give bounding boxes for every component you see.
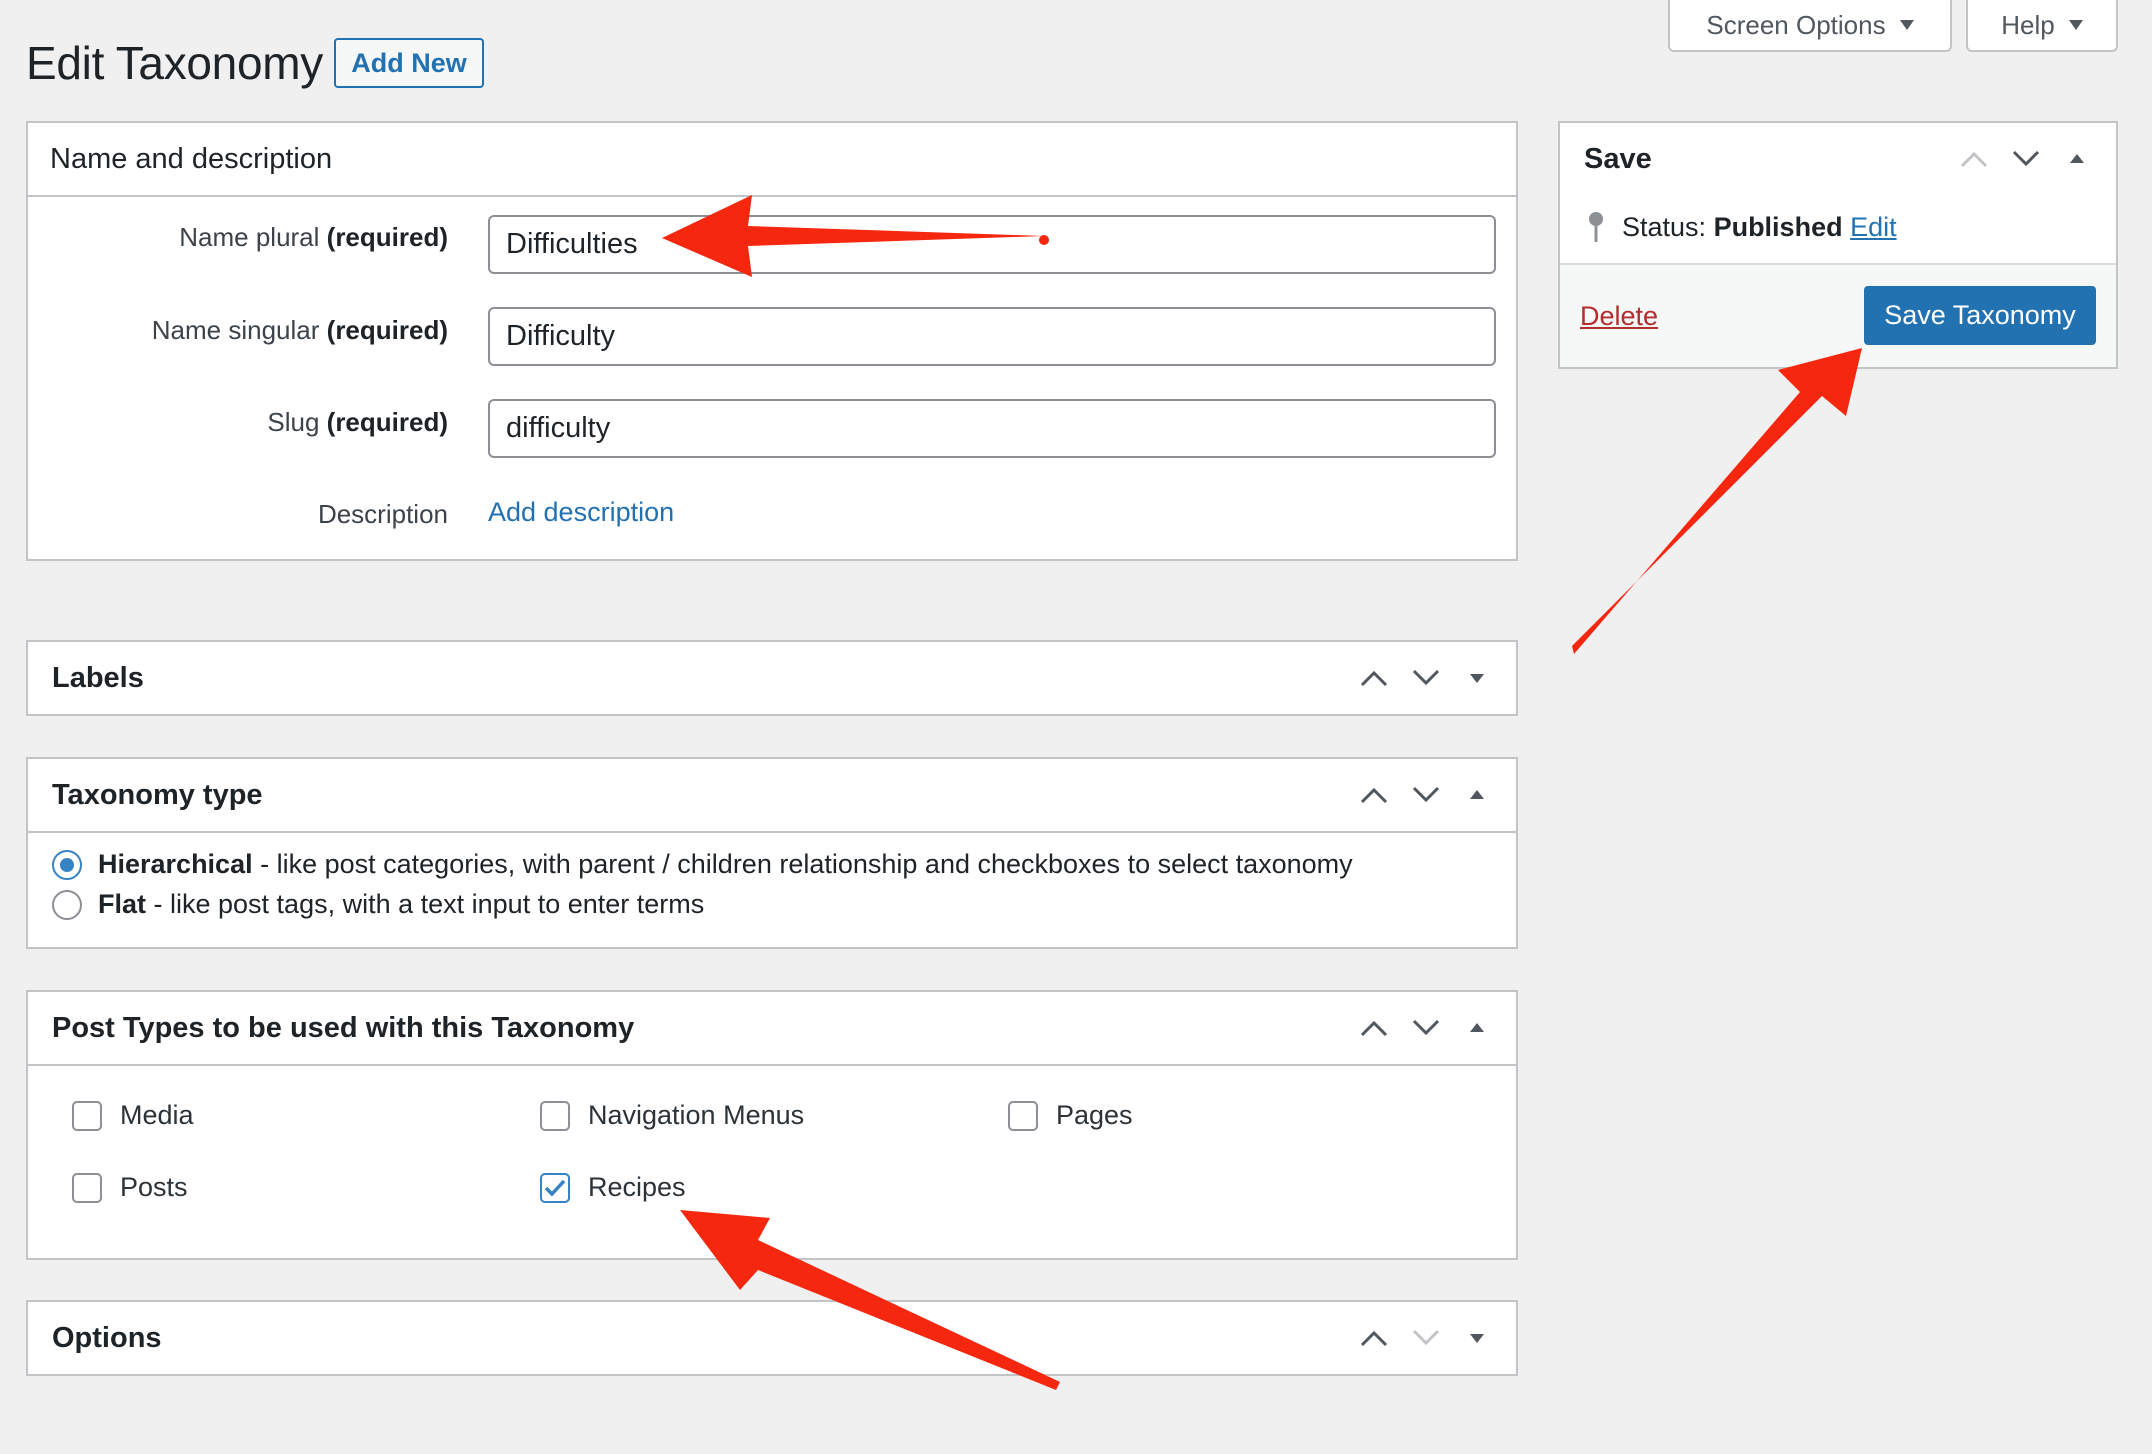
arrow-to-recipes xyxy=(680,1210,1060,1390)
arrow-to-name-plural xyxy=(662,195,1049,277)
arrow-to-save-button xyxy=(1572,348,1862,654)
annotation-arrows xyxy=(662,195,1862,1390)
